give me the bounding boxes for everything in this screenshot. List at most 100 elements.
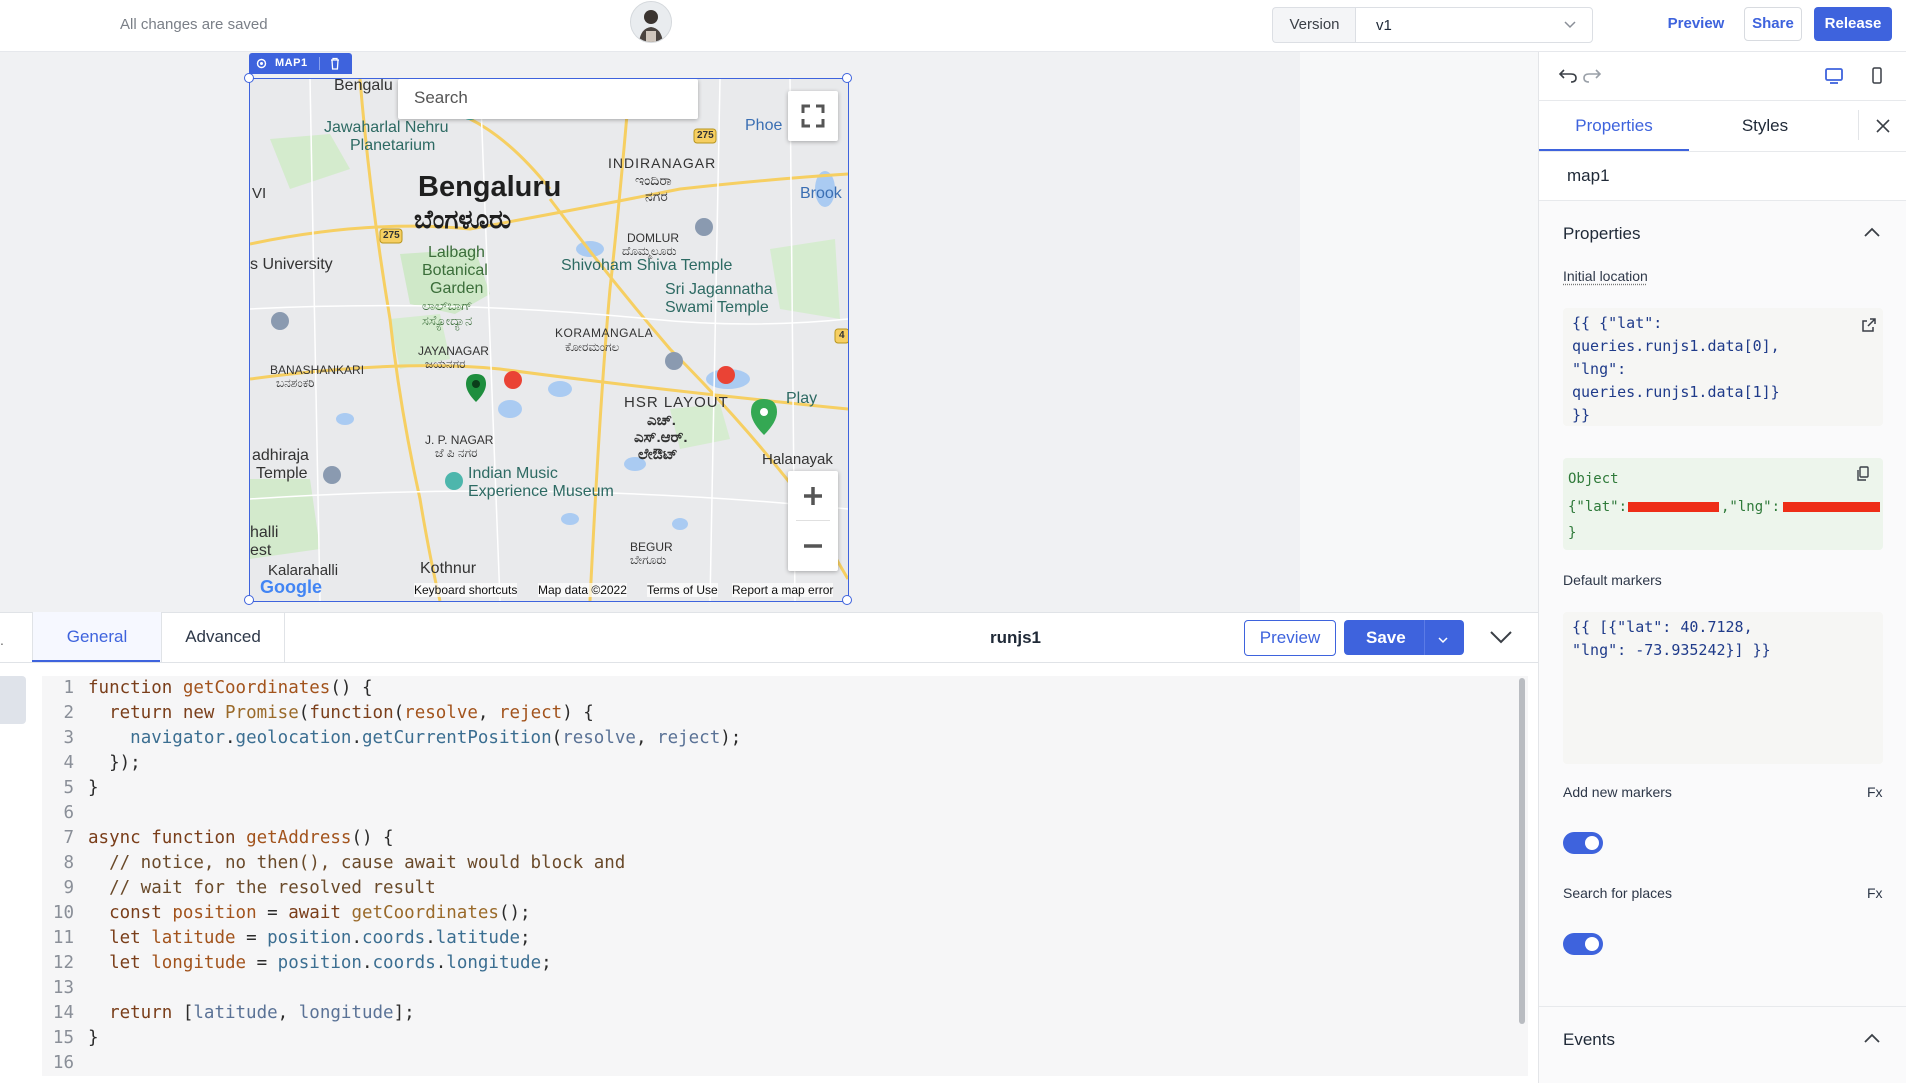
map-widget-tag[interactable]: MAP1 xyxy=(249,53,352,74)
code-line-2: return new Promise(function(resolve, rej… xyxy=(88,701,594,726)
map-label-jagannatha1: Sri Jagannatha xyxy=(665,281,773,299)
query-preview-button[interactable]: Preview xyxy=(1244,620,1336,656)
toggle-knob xyxy=(1585,836,1599,850)
code-line-11: let latitude = position.coords.latitude; xyxy=(88,926,531,951)
route-shield-275-a: 275 xyxy=(383,230,400,241)
search-places-fx-toggle[interactable]: Fx xyxy=(1867,885,1883,901)
code-line-4: }); xyxy=(88,751,141,776)
add-markers-fx-toggle[interactable]: Fx xyxy=(1867,784,1883,800)
route-shield-275-b: 275 xyxy=(697,130,714,141)
map-label-hsr-kn1: ಎಚ್. xyxy=(647,412,676,429)
release-button[interactable]: Release xyxy=(1814,7,1892,41)
query-panel-header-divider xyxy=(0,662,1538,663)
map-label-phoe: Phoe xyxy=(745,117,782,135)
version-label: Version xyxy=(1272,7,1356,43)
line-number: 3 xyxy=(42,726,74,751)
map-report-error-link[interactable]: Report a map error xyxy=(732,583,833,597)
trash-icon[interactable] xyxy=(329,57,341,70)
map-label-koramangala: KORAMANGALA xyxy=(555,326,653,340)
map-label-halli: halli xyxy=(250,524,278,542)
map-label-shivoham: Shivoham Shiva Temple xyxy=(561,257,732,275)
properties-section-title[interactable]: Properties xyxy=(1563,224,1640,244)
map-label-begur-kn: ಬೇಗೂರು xyxy=(630,553,666,568)
zoom-in-button[interactable] xyxy=(788,471,838,521)
preview-button[interactable]: Preview xyxy=(1658,7,1734,41)
chevron-up-icon[interactable] xyxy=(1862,1031,1882,1045)
widget-name-field[interactable]: map1 xyxy=(1539,152,1906,201)
copy-icon[interactable] xyxy=(1856,466,1870,482)
line-number: 13 xyxy=(42,976,74,1001)
line-number: 5 xyxy=(42,776,74,801)
settings-icon xyxy=(255,57,268,70)
undo-icon[interactable] xyxy=(1558,66,1578,84)
line-number: 4 xyxy=(42,751,74,776)
zoom-out-button[interactable] xyxy=(788,521,838,571)
share-button[interactable]: Share xyxy=(1744,7,1802,41)
code-editor[interactable]: 1 function getCoordinates() { 2 return ne… xyxy=(42,676,1528,1076)
tab-properties[interactable]: Properties xyxy=(1539,101,1689,151)
map-label-lalbagh2: Botanical xyxy=(422,262,488,280)
resize-handle-top-right[interactable] xyxy=(842,73,852,83)
redo-icon[interactable] xyxy=(1582,66,1602,84)
search-for-places-label: Search for places xyxy=(1563,885,1672,901)
map-label-planetarium: Planetarium xyxy=(350,137,435,155)
tab-advanced[interactable]: Advanced xyxy=(162,612,285,662)
editor-scrollbar[interactable] xyxy=(1519,678,1525,1024)
code-line-12: let longitude = position.coords.longitud… xyxy=(88,951,552,976)
resize-handle-bottom-left[interactable] xyxy=(244,595,254,605)
query-list-item-selected[interactable] xyxy=(0,676,26,724)
code-line-14: return [latitude, longitude]; xyxy=(88,1001,415,1026)
line-number: 15 xyxy=(42,1026,74,1051)
version-select-value: v1 xyxy=(1376,9,1392,43)
chevron-down-icon xyxy=(1562,8,1578,55)
left-edge-glyph: . xyxy=(0,632,4,648)
map-label-brook: Brook xyxy=(800,185,842,203)
evaluated-value-lng: ,"lng": xyxy=(1721,496,1780,519)
initial-location-code: {{ {"lat": queries.runjs1.data[0], "lng"… xyxy=(1572,312,1780,427)
chevron-down-icon[interactable] xyxy=(1436,621,1450,667)
desktop-view-icon[interactable] xyxy=(1824,67,1844,85)
map-label-indiranagar: INDIRANAGAR xyxy=(608,155,716,171)
search-for-places-toggle[interactable] xyxy=(1563,933,1603,955)
map-label-koramangala-kn: ಕೋರಮಂಗಲ xyxy=(565,340,619,355)
events-section-title[interactable]: Events xyxy=(1563,1030,1615,1050)
close-icon[interactable] xyxy=(1874,117,1892,135)
tab-styles[interactable]: Styles xyxy=(1690,101,1840,151)
version-select[interactable]: v1 xyxy=(1355,7,1593,43)
add-new-markers-toggle[interactable] xyxy=(1563,832,1603,854)
map-label-adhiraja: adhiraja xyxy=(252,447,309,465)
collapse-panel-button[interactable] xyxy=(1488,626,1514,653)
map-widget[interactable]: Bengalu Jawaharlal Nehru Planetarium Pho… xyxy=(249,78,849,602)
chevron-up-icon[interactable] xyxy=(1862,225,1882,239)
map-label-kothnur: Kothnur xyxy=(420,560,476,578)
save-status-text: All changes are saved xyxy=(120,16,268,33)
map-tiles[interactable] xyxy=(250,79,848,601)
resize-handle-top-left[interactable] xyxy=(244,73,254,83)
map-search-input[interactable]: Search xyxy=(398,79,698,119)
fullscreen-button[interactable] xyxy=(788,91,838,141)
redacted-lng-value xyxy=(1783,502,1880,512)
query-save-button[interactable]: Save xyxy=(1344,620,1464,655)
line-number: 6 xyxy=(42,801,74,826)
chevron-down-icon xyxy=(1488,626,1514,648)
user-avatar[interactable] xyxy=(630,1,672,43)
map-keyboard-shortcuts-link[interactable]: Keyboard shortcuts xyxy=(414,583,517,597)
map-label-jayanagar: JAYANAGAR xyxy=(418,344,489,358)
map-label-bengalu: Bengalu xyxy=(334,78,393,95)
resize-handle-bottom-right[interactable] xyxy=(842,595,852,605)
avatar-image xyxy=(631,2,671,42)
tab-separator xyxy=(1858,110,1859,140)
map-data-attribution: Map data ©2022 xyxy=(538,583,627,597)
map-label-temple: Temple xyxy=(256,465,308,483)
map-terms-link[interactable]: Terms of Use xyxy=(647,583,718,597)
map-label-lalbagh3: Garden xyxy=(430,280,483,298)
query-name[interactable]: runjs1 xyxy=(990,628,1041,648)
mobile-view-icon[interactable] xyxy=(1870,66,1884,86)
map-label-vi: VI xyxy=(252,185,266,202)
map-label-play: Play xyxy=(786,390,817,408)
open-external-icon[interactable] xyxy=(1861,317,1877,333)
map-label-indiranagar-kn2: ನಗರ xyxy=(645,188,668,205)
line-number: 9 xyxy=(42,876,74,901)
line-number: 16 xyxy=(42,1051,74,1076)
tab-general[interactable]: General xyxy=(32,612,162,662)
